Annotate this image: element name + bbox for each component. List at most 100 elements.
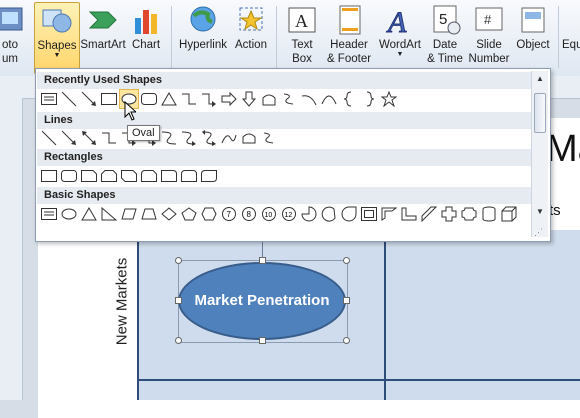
vertical-ruler: [0, 98, 23, 400]
scribble-shape-icon[interactable]: [259, 128, 279, 148]
round-diagonal-rectangle-icon[interactable]: [199, 166, 219, 186]
svg-text:7: 7: [227, 210, 232, 219]
round-single-corner-rectangle-icon[interactable]: [159, 166, 179, 186]
curved-double-arrow-connector-icon[interactable]: [199, 128, 219, 148]
text-box-shape-icon[interactable]: [39, 89, 59, 109]
slide-title[interactable]: Ma: [546, 128, 580, 171]
equation-label: Equ: [562, 39, 580, 51]
curved-connector-icon[interactable]: [159, 128, 179, 148]
shape-tooltip: Oval: [127, 125, 160, 141]
pie-shape-icon[interactable]: [299, 204, 319, 224]
cube-shape-icon[interactable]: [499, 204, 519, 224]
down-arrow-shape-icon[interactable]: [239, 89, 259, 109]
slide-number-icon: #: [472, 4, 506, 36]
oval-shape-icon[interactable]: [59, 204, 79, 224]
smartart-icon: [86, 4, 120, 36]
rounded-rectangle-shape-icon[interactable]: [139, 89, 159, 109]
triangle-shape-icon[interactable]: [79, 204, 99, 224]
trapezoid-shape-icon[interactable]: [139, 204, 159, 224]
plus-shape-icon[interactable]: [439, 204, 459, 224]
can-shape-icon[interactable]: [479, 204, 499, 224]
teardrop-shape-icon[interactable]: [339, 204, 359, 224]
text-box-shape-icon[interactable]: [39, 204, 59, 224]
right-arrow-shape-icon[interactable]: [219, 89, 239, 109]
snip-round-rectangle-icon[interactable]: [139, 166, 159, 186]
elbow-connector-icon[interactable]: [179, 89, 199, 109]
left-brace-shape-icon[interactable]: [339, 89, 359, 109]
freeform-shape-icon[interactable]: [239, 128, 259, 148]
parallelogram-shape-icon[interactable]: [119, 204, 139, 224]
grid-line: [384, 230, 386, 400]
resize-handle[interactable]: [175, 257, 182, 264]
slide-number-label: Slide Number: [468, 39, 510, 65]
double-arrow-line-shape-icon[interactable]: [79, 128, 99, 148]
snip-same-side-rectangle-icon[interactable]: [99, 166, 119, 186]
l-shape-icon[interactable]: [399, 204, 419, 224]
chord-shape-icon[interactable]: [319, 204, 339, 224]
resize-handle[interactable]: [343, 337, 350, 344]
heptagon-shape-icon[interactable]: 7: [219, 204, 239, 224]
wordart-button[interactable]: A WordArt ▼: [376, 2, 424, 72]
market-penetration-oval[interactable]: Market Penetration: [178, 262, 346, 340]
line-shape-icon[interactable]: [59, 89, 79, 109]
hyperlink-button[interactable]: Hyperlink: [176, 2, 230, 72]
scroll-thumb[interactable]: [534, 93, 546, 133]
curved-arrow-connector-icon[interactable]: [179, 128, 199, 148]
section-recently-used: Recently Used Shapes: [37, 72, 532, 89]
rectangle-shape-icon[interactable]: [99, 89, 119, 109]
scroll-down-icon[interactable]: ▼: [533, 205, 547, 219]
resize-handle[interactable]: [175, 337, 182, 344]
rectangles-row: [39, 166, 219, 186]
action-button[interactable]: Action: [232, 2, 270, 72]
resize-handle[interactable]: [343, 297, 350, 304]
dodecagon-shape-icon[interactable]: 12: [279, 204, 299, 224]
round-same-side-rectangle-icon[interactable]: [179, 166, 199, 186]
half-frame-shape-icon[interactable]: [379, 204, 399, 224]
resize-handle[interactable]: [175, 297, 182, 304]
slide-number-button[interactable]: # Slide Number: [466, 2, 512, 72]
right-brace-shape-icon[interactable]: [359, 89, 379, 109]
scroll-up-icon[interactable]: ▲: [533, 72, 547, 86]
text-box-button[interactable]: A Text Box: [284, 2, 320, 72]
rectangle-shape-icon[interactable]: [39, 166, 59, 186]
pentagon-shape-icon[interactable]: [259, 89, 279, 109]
star-shape-icon[interactable]: [379, 89, 399, 109]
rounded-rectangle-shape-icon[interactable]: [59, 166, 79, 186]
resize-handle[interactable]: [259, 337, 266, 344]
snip-diagonal-rectangle-icon[interactable]: [119, 166, 139, 186]
arrow-line-shape-icon[interactable]: [79, 89, 99, 109]
elbow-connector-icon[interactable]: [99, 128, 119, 148]
diagonal-stripe-shape-icon[interactable]: [419, 204, 439, 224]
chart-button[interactable]: Chart: [128, 2, 164, 72]
photo-album-button[interactable]: oto um: [0, 2, 26, 72]
curve-shape-icon[interactable]: [299, 89, 319, 109]
decagon-shape-icon[interactable]: 10: [259, 204, 279, 224]
octagon-shape-icon[interactable]: 8: [239, 204, 259, 224]
line-shape-icon[interactable]: [39, 128, 59, 148]
freeform-shape-icon[interactable]: [279, 89, 299, 109]
arc-shape-icon[interactable]: [319, 89, 339, 109]
triangle-shape-icon[interactable]: [159, 89, 179, 109]
smartart-button[interactable]: SmartArt: [80, 2, 126, 72]
diamond-shape-icon[interactable]: [159, 204, 179, 224]
object-button[interactable]: Object: [514, 2, 552, 72]
right-triangle-shape-icon[interactable]: [99, 204, 119, 224]
pentagon-shape-icon[interactable]: [179, 204, 199, 224]
resize-grip-icon[interactable]: ⋰: [534, 227, 546, 239]
elbow-arrow-connector-icon[interactable]: [199, 89, 219, 109]
hexagon-shape-icon[interactable]: [199, 204, 219, 224]
frame-shape-icon[interactable]: [359, 204, 379, 224]
shapes-button[interactable]: Shapes ▼: [34, 2, 80, 74]
plaque-shape-icon[interactable]: [459, 204, 479, 224]
snip-single-corner-rectangle-icon[interactable]: [79, 166, 99, 186]
arrow-line-shape-icon[interactable]: [59, 128, 79, 148]
date-time-button[interactable]: 5 Date & Time: [426, 2, 464, 72]
row-label[interactable]: New Markets: [110, 255, 134, 355]
curve-shape-icon[interactable]: [219, 128, 239, 148]
gallery-scrollbar[interactable]: ▲ ▼: [531, 71, 548, 237]
resize-handle[interactable]: [259, 257, 266, 264]
header-footer-button[interactable]: Header & Footer: [324, 2, 374, 72]
resize-handle[interactable]: [343, 257, 350, 264]
equation-button[interactable]: Equ: [562, 2, 580, 72]
header-footer-label: Header & Footer: [326, 39, 372, 65]
